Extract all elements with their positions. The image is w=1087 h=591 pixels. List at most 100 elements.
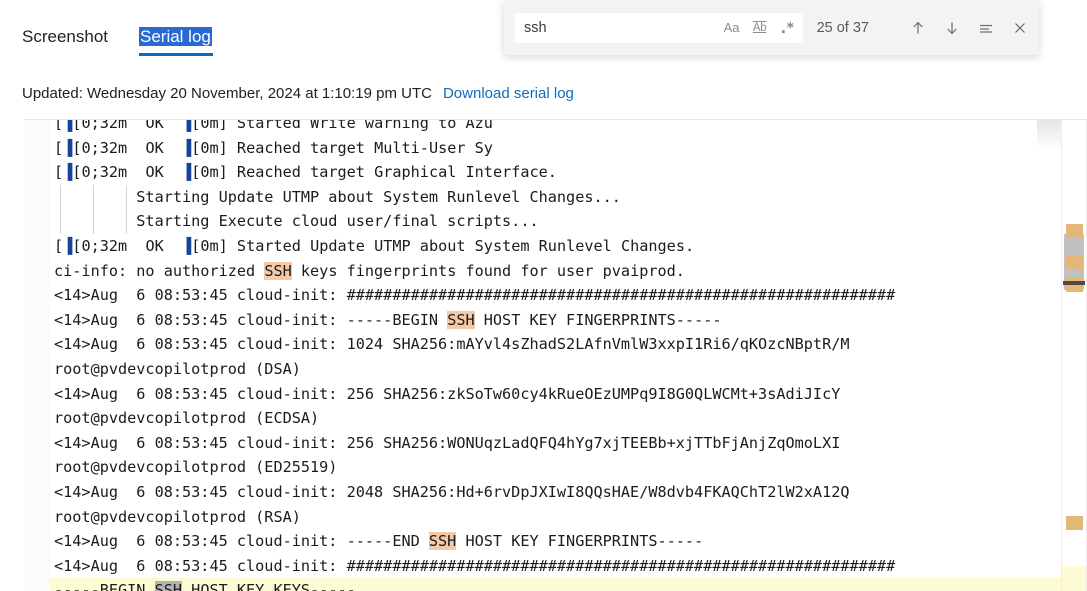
tab-screenshot[interactable]: Screenshot [22,24,108,50]
log-text: keys fingerprints found for user pvaipro… [291,261,685,280]
find-result-count: 25 of 37 [816,19,869,36]
find-input[interactable] [515,12,706,43]
match-case-icon[interactable]: Aa [721,17,743,39]
updated-timestamp: Updated: Wednesday 20 November, 2024 at … [22,85,432,102]
log-text: [0;32m OK [72,163,183,182]
log-text: HOST KEY FINGERPRINTS----- [456,532,704,551]
editor-scrollbar[interactable] [1061,120,1087,591]
indent-guide [93,184,94,210]
match-whole-word-icon[interactable]: Ab [749,17,771,39]
find-action-buttons [907,17,1031,39]
find-widget[interactable]: Aa Ab 25 of 37 [504,0,1039,55]
ruler-current-match-mark [1063,281,1085,285]
log-text: [0;32m OK [72,120,183,132]
serial-log-editor[interactable]: [▐[0;32m OK ▐[0m] Started Write warning … [24,119,1087,591]
log-text: [0m] Started Update UTMP about System Ru… [191,236,695,255]
search-match: SSH [154,581,183,591]
indent-guide [126,184,127,210]
tab-serial-log[interactable]: Serial log [139,24,212,50]
find-options: Aa Ab [721,17,799,39]
updated-status-row: Updated: Wednesday 20 November, 2024 at … [22,83,574,105]
log-line: [▐[0;32m OK ▐[0m] Reached target Graphic… [50,160,1063,185]
log-line: [▐[0;32m OK ▐[0m] Reached target Multi-U… [50,136,1063,161]
log-text: <14>Aug 6 08:53:45 cloud-init: -----END [54,532,429,551]
log-text: root@pvdevcopilotprod (DSA) [54,359,301,378]
ruler-match-mark [1066,224,1083,238]
escape-glyph: ▐ [63,138,73,157]
previous-match-button[interactable] [907,17,929,39]
log-line: <14>Aug 6 08:53:45 cloud-init: -----END … [50,529,1063,554]
indent-guide [60,184,61,210]
search-match: SSH [447,310,475,329]
log-line: <14>Aug 6 08:53:45 cloud-init: 256 SHA25… [50,382,1063,407]
escape-glyph: ▐ [63,236,73,255]
escape-glyph: ▐ [182,138,192,157]
log-text: <14>Aug 6 08:53:45 cloud-init: 256 SHA25… [54,384,841,403]
log-text: root@pvdevcopilotprod (ED25519) [54,458,338,477]
escape-glyph: ▐ [63,163,73,182]
log-text: <14>Aug 6 08:53:45 cloud-init: -----BEGI… [54,310,448,329]
log-text: <14>Aug 6 08:53:45 cloud-init: #########… [54,286,896,305]
log-text: <14>Aug 6 08:53:45 cloud-init: 2048 SHA2… [54,482,850,501]
log-text: [0m] Reached target Multi-User Sy [191,138,493,157]
log-line: Starting Update UTMP about System Runlev… [50,184,1063,210]
log-text: ci-info: no authorized [54,261,265,280]
log-text-content[interactable]: [▐[0;32m OK ▐[0m] Started Write warning … [50,120,1063,591]
log-line: <14>Aug 6 08:53:45 cloud-init: 1024 SHA2… [50,332,1063,357]
editor-gutter [24,120,50,591]
find-in-selection-icon[interactable] [975,17,997,39]
log-line: ci-info: no authorized SSH keys fingerpr… [50,259,1063,284]
tab-serial-log-label: Serial log [139,27,212,46]
escape-glyph: ▐ [182,236,192,255]
log-text: [ [54,120,64,132]
ruler-current-line-mark [1062,566,1086,591]
ruler-match-mark [1066,255,1083,269]
next-match-button[interactable] [941,17,963,39]
log-text: <14>Aug 6 08:53:45 cloud-init: #########… [54,556,896,575]
search-match: SSH [264,261,292,280]
indent-guide [60,209,61,234]
log-text: [0m] Started Write warning to Azu [191,120,493,132]
tab-active-indicator [139,53,213,56]
log-line: root@pvdevcopilotprod (ECDSA) [50,406,1063,431]
log-line: <14>Aug 6 08:53:45 cloud-init: 2048 SHA2… [50,480,1063,505]
log-line: root@pvdevcopilotprod (DSA) [50,357,1063,382]
log-line: Starting Execute cloud user/final script… [50,209,1063,234]
log-text: [0;32m OK [72,236,183,255]
log-line: <14>Aug 6 08:53:45 cloud-init: 256 SHA25… [50,431,1063,456]
log-text: HOST KEY FINGERPRINTS----- [474,310,722,329]
log-text: [0m] Reached target Graphical Interface. [191,163,557,182]
log-text: <14>Aug 6 08:53:45 cloud-init: 256 SHA25… [54,433,841,452]
escape-glyph: ▐ [63,120,73,132]
close-icon[interactable] [1009,17,1031,39]
log-text: Starting Update UTMP about System Runlev… [54,187,621,206]
log-line: <14>Aug 6 08:53:45 cloud-init: -----BEGI… [50,308,1063,333]
serial-log-page: Screenshot Serial log Updated: Wednesday… [0,0,1087,591]
find-input-wrapper[interactable]: Aa Ab [515,12,803,43]
log-line: [▐[0;32m OK ▐[0m] Started Update UTMP ab… [50,234,1063,259]
search-match: SSH [428,532,457,551]
indent-guide [126,209,127,234]
log-line: <14>Aug 6 08:53:45 cloud-init: #########… [50,554,1063,579]
log-text: HOST KEY KEYS----- [182,581,356,591]
escape-glyph: ▐ [182,163,192,182]
log-text: [ [54,138,64,157]
log-line: [▐[0;32m OK ▐[0m] Started Write warning … [50,120,1063,136]
log-line: -----BEGIN SSH HOST KEY KEYS----- [50,578,1063,591]
log-line: root@pvdevcopilotprod (ED25519) [50,455,1063,480]
escape-glyph: ▐ [182,120,192,132]
log-text: <14>Aug 6 08:53:45 cloud-init: 1024 SHA2… [54,335,850,354]
log-text: [ [54,236,64,255]
use-regex-icon[interactable] [777,17,799,39]
log-text: root@pvdevcopilotprod (RSA) [54,507,301,526]
log-line: <14>Aug 6 08:53:45 cloud-init: #########… [50,283,1063,308]
download-serial-log-link[interactable]: Download serial log [443,85,574,102]
log-text: root@pvdevcopilotprod (ECDSA) [54,409,320,428]
log-text: -----BEGIN [54,581,155,591]
tab-screenshot-label: Screenshot [22,27,108,46]
ruler-match-mark [1066,516,1083,530]
log-line: root@pvdevcopilotprod (RSA) [50,505,1063,530]
indent-guide [93,209,94,234]
log-text: [0;32m OK [72,138,183,157]
log-text: [ [54,163,64,182]
